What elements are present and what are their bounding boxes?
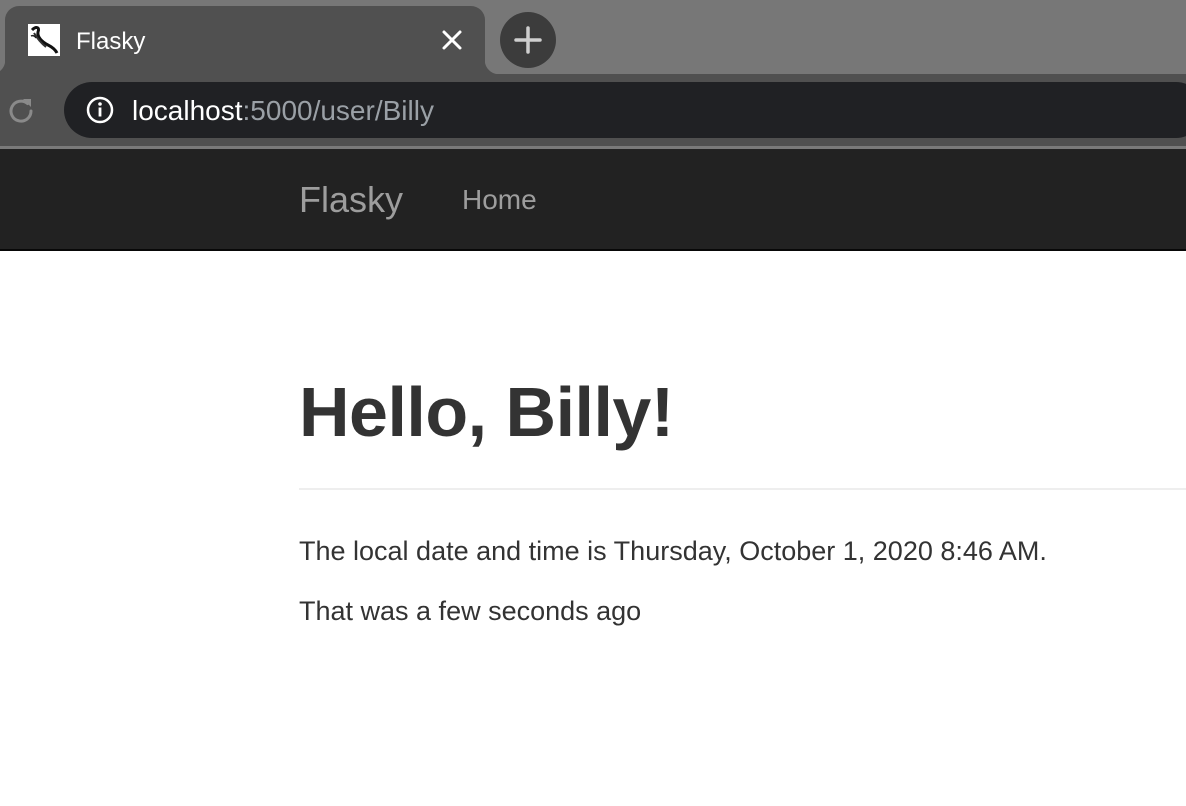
browser-tabstrip: Flasky [0,0,1186,74]
navbar: Flasky Home [0,149,1186,251]
close-icon[interactable] [439,27,465,53]
local-datetime-text: The local date and time is Thursday, Oct… [299,536,1047,566]
tab-corner-right [485,60,499,74]
url-path: :5000/user/Billy [242,95,434,126]
plus-icon [514,26,542,54]
browser-toolbar: localhost:5000/user/Billy [0,74,1186,146]
nav-link-home[interactable]: Home [462,184,537,216]
info-icon[interactable] [86,96,114,124]
tab-corner-left [0,60,5,74]
relative-time-text: That was a few seconds ago [299,596,642,626]
navbar-brand[interactable]: Flasky [299,179,403,221]
address-bar[interactable]: localhost:5000/user/Billy [64,82,1186,138]
browser-tab[interactable]: Flasky [0,6,499,74]
tab-title: Flasky [76,28,146,55]
flask-favicon-icon [28,24,60,56]
page-title: Hello, Billy! [299,373,674,451]
url-text[interactable]: localhost:5000/user/Billy [132,95,434,127]
url-host: localhost [132,95,243,126]
reload-icon[interactable] [4,94,38,128]
header-divider [299,488,1186,490]
new-tab-button[interactable] [500,12,556,68]
